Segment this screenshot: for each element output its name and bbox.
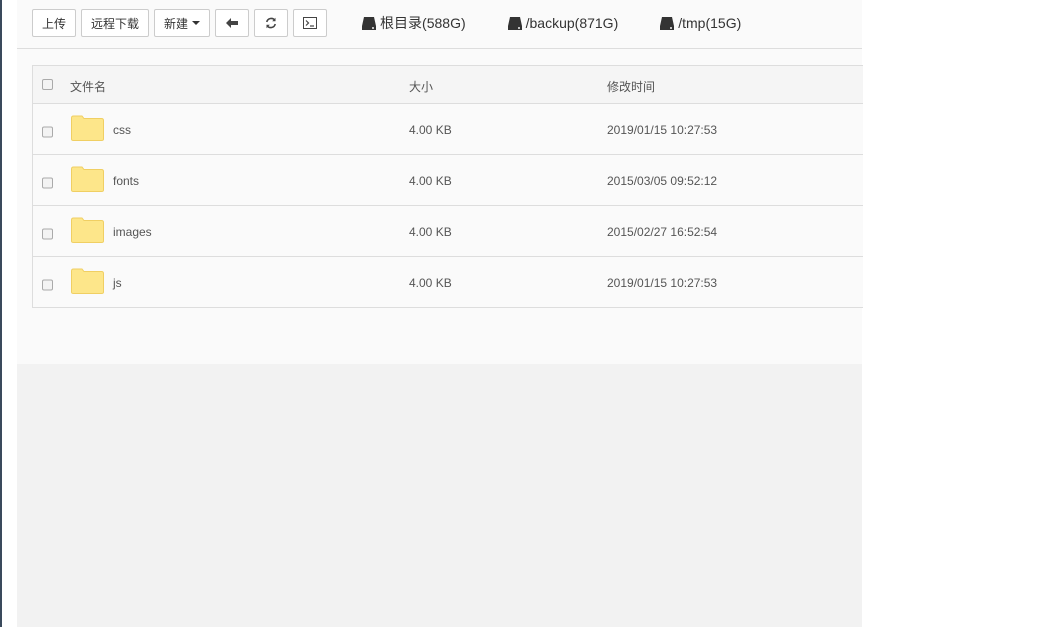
file-name[interactable]: images (113, 225, 152, 239)
new-dropdown-button[interactable]: 新建 (154, 9, 211, 37)
file-modified: 2015/03/05 09:52:12 (607, 174, 718, 188)
file-modified: 2015/02/27 16:52:54 (607, 225, 718, 239)
file-size: 4.00 KB (409, 174, 452, 188)
remote-download-button[interactable]: 远程下载 (81, 9, 150, 37)
table-row[interactable]: images 4.00 KB 2015/02/27 16:52:54 (33, 206, 863, 257)
hard-drive-icon (507, 16, 522, 30)
folder-icon (71, 217, 104, 243)
table-header: 文件名 大小 修改时间 (33, 66, 863, 104)
upload-button[interactable]: 上传 (32, 9, 77, 37)
file-size: 4.00 KB (409, 276, 452, 290)
folder-icon (71, 268, 104, 294)
row-checkbox[interactable] (42, 177, 53, 189)
disk-root-label: 根目录(588G) (380, 15, 466, 31)
disk-backup-label: /backup(871G) (525, 15, 619, 31)
header-name[interactable]: 文件名 (70, 78, 106, 95)
refresh-button[interactable] (254, 9, 289, 37)
header-modified[interactable]: 修改时间 (607, 78, 655, 95)
file-manager-panel: 上传 远程下载 新建 根目录(588G) /backup(871G) /tmp(… (17, 0, 863, 364)
disk-backup[interactable]: /backup(871G) (507, 15, 619, 31)
caret-down-icon (192, 21, 201, 25)
disk-tmp-label: /tmp(15G) (678, 15, 742, 31)
file-size: 4.00 KB (409, 123, 452, 137)
toolbar: 上传 远程下载 新建 根目录(588G) /backup(871G) /tmp(… (32, 8, 741, 38)
header-size[interactable]: 大小 (409, 78, 433, 95)
file-modified: 2019/01/15 10:27:53 (607, 276, 718, 290)
select-all-checkbox[interactable] (42, 79, 53, 90)
table-row[interactable]: fonts 4.00 KB 2015/03/05 09:52:12 (33, 155, 863, 206)
file-modified: 2019/01/15 10:27:53 (607, 123, 718, 137)
window-left-edge (0, 0, 2, 627)
file-table: 文件名 大小 修改时间 css 4.00 KB 2019/01/15 10:27… (32, 65, 863, 308)
row-checkbox[interactable] (42, 279, 53, 291)
toolbar-divider (17, 48, 862, 49)
row-checkbox[interactable] (42, 126, 53, 138)
file-size: 4.00 KB (409, 225, 452, 239)
disk-root[interactable]: 根目录(588G) (362, 13, 466, 33)
folder-icon (71, 166, 104, 192)
file-name[interactable]: css (113, 123, 131, 137)
row-checkbox[interactable] (42, 228, 53, 240)
new-button-label: 新建 (164, 16, 189, 31)
content-background (17, 364, 862, 627)
terminal-button[interactable] (293, 9, 328, 37)
hard-drive-icon (362, 16, 377, 30)
disk-tmp[interactable]: /tmp(15G) (660, 15, 741, 31)
file-name[interactable]: fonts (113, 174, 139, 188)
back-button[interactable] (215, 9, 250, 37)
table-row[interactable]: css 4.00 KB 2019/01/15 10:27:53 (33, 104, 863, 155)
folder-icon (71, 115, 104, 141)
table-row[interactable]: js 4.00 KB 2019/01/15 10:27:53 (33, 257, 863, 307)
arrow-left-icon (226, 18, 239, 28)
hard-drive-icon (660, 16, 675, 30)
file-name[interactable]: js (113, 276, 122, 290)
terminal-icon (303, 17, 318, 29)
refresh-icon (266, 17, 277, 29)
